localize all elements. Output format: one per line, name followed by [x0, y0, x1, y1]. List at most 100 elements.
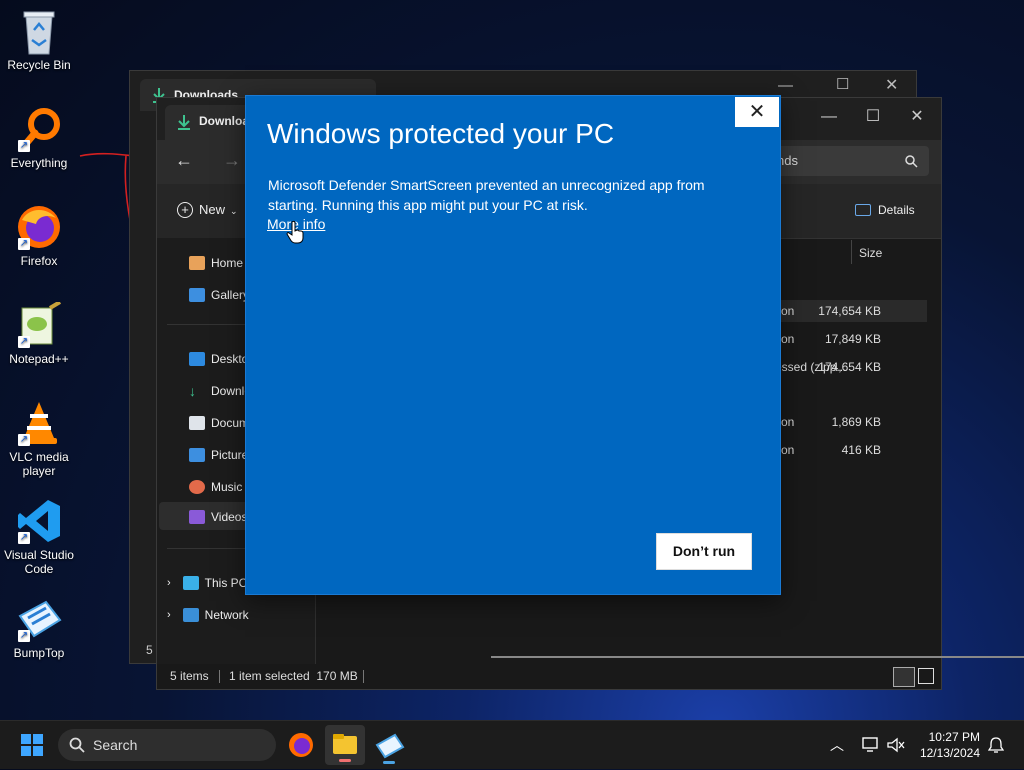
- chevron-down-icon: ⌄: [230, 206, 238, 216]
- minimize-icon[interactable]: —: [778, 77, 793, 94]
- music-icon: [189, 479, 205, 494]
- status-bar: 5 items 1 item selected 170 MB: [157, 664, 941, 689]
- taskbar-file-explorer[interactable]: [325, 725, 365, 765]
- vscode-icon: ↗: [16, 498, 62, 544]
- document-icon: [189, 415, 205, 430]
- hand-cursor-icon: [286, 220, 304, 244]
- chevron-up-icon[interactable]: ︿: [830, 735, 844, 755]
- computer-icon: [182, 575, 199, 590]
- status-selection: 1 item selected 170 MB: [229, 669, 358, 683]
- file-size: 174,654 KB: [818, 360, 881, 374]
- desktop-icon-label: Visual Studio Code: [4, 548, 74, 576]
- download-icon: ↓: [189, 382, 196, 399]
- pictures-icon: [189, 447, 205, 462]
- clock-date: 12/13/2024: [919, 746, 980, 760]
- close-button[interactable]: ✕: [897, 104, 937, 130]
- desktop-icon-notepadpp[interactable]: ↗ Notepad++: [0, 300, 78, 366]
- recycle-bin-icon: [16, 8, 62, 55]
- taskbar: Search ︿ 10:27 PM 12/13/2024: [0, 720, 1024, 769]
- close-icon[interactable]: ✕: [885, 75, 898, 95]
- details-view-icon[interactable]: [893, 667, 915, 687]
- shortcut-arrow-icon: ↗: [18, 238, 30, 250]
- column-divider: [851, 240, 852, 264]
- horizontal-scrollbar[interactable]: [491, 656, 1024, 658]
- forward-arrow-icon[interactable]: →: [223, 150, 241, 171]
- plus-circle-icon: +: [177, 202, 193, 218]
- firefox-icon: ↗: [16, 204, 62, 250]
- desktop-icon-vscode[interactable]: ↗ Visual Studio Code: [0, 498, 78, 576]
- status-divider: [219, 670, 220, 683]
- desktop-icon-recycle-bin[interactable]: Recycle Bin: [0, 8, 78, 72]
- taskbar-firefox[interactable]: [281, 725, 321, 765]
- file-size: 17,849 KB: [824, 332, 881, 346]
- clock[interactable]: 10:27 PM 12/13/2024: [920, 729, 980, 761]
- file-size: 416 KB: [841, 443, 881, 457]
- home-icon: [189, 255, 205, 270]
- close-button[interactable]: ✕: [735, 97, 779, 127]
- desktop-icon-label: VLC media player: [9, 450, 69, 478]
- clock-time: 10:27 PM: [928, 730, 980, 744]
- shortcut-arrow-icon: ↗: [18, 336, 30, 348]
- nav-label: Videos: [211, 509, 248, 524]
- notepadpp-icon: ↗: [16, 300, 62, 348]
- shortcut-arrow-icon: ↗: [18, 630, 30, 642]
- dialog-title: Windows protected your PC: [267, 118, 615, 149]
- notification-bell-icon[interactable]: [988, 736, 1004, 754]
- search-icon: [69, 737, 85, 753]
- details-label: Details: [878, 202, 915, 217]
- nav-network[interactable]: › Network: [167, 600, 315, 628]
- desktop-icon-everything[interactable]: ↗ Everything: [0, 106, 78, 170]
- details-button[interactable]: Details: [855, 202, 915, 217]
- minimize-button[interactable]: —: [809, 104, 849, 130]
- nav-label: This PC: [204, 575, 248, 590]
- maximize-button[interactable]: ☐: [853, 104, 893, 130]
- column-header-size[interactable]: Size: [859, 246, 882, 260]
- gallery-icon: [189, 287, 205, 302]
- desktop-icon-label: Notepad++: [9, 352, 69, 366]
- search-icon: [905, 155, 918, 168]
- desktop-icon-firefox[interactable]: ↗ Firefox: [0, 204, 78, 268]
- details-pane-icon: [855, 203, 871, 216]
- dialog-message: Microsoft Defender SmartScreen prevented…: [268, 177, 705, 213]
- folder-icon: [333, 734, 357, 762]
- desktop-icon-label: Firefox: [20, 254, 58, 268]
- desktop-icon-vlc[interactable]: ↗ VLC media player: [0, 400, 78, 478]
- vlc-icon: ↗: [16, 400, 62, 446]
- bumptop-icon: [375, 733, 405, 764]
- network-icon: [182, 607, 199, 622]
- back-arrow-icon[interactable]: ←: [175, 150, 193, 171]
- shortcut-arrow-icon: ↗: [18, 532, 30, 544]
- desktop-icon-label: Recycle Bin: [7, 58, 71, 72]
- volume-muted-icon[interactable]: [887, 737, 905, 753]
- nav-label: Music: [211, 479, 243, 494]
- videos-icon: [189, 509, 205, 524]
- search-input[interactable]: nds: [767, 146, 929, 176]
- shortcut-arrow-icon: ↗: [18, 140, 30, 152]
- nav-label: Gallery: [211, 287, 250, 302]
- desktop-icon: [189, 351, 205, 366]
- desktop-icon-bumptop[interactable]: ↗ BumpTop: [0, 596, 78, 660]
- taskbar-bumptop[interactable]: [369, 725, 409, 765]
- chevron-right-icon: ›: [167, 609, 171, 621]
- download-icon: [178, 115, 190, 130]
- everything-icon: ↗: [16, 106, 62, 152]
- nav-label: Home: [211, 255, 244, 270]
- bumptop-icon: ↗: [16, 596, 62, 642]
- chevron-right-icon: ›: [167, 577, 171, 589]
- file-size: 1,869 KB: [831, 415, 881, 429]
- taskbar-search[interactable]: Search: [58, 729, 276, 761]
- network-monitor-icon[interactable]: [862, 737, 880, 753]
- firefox-icon: [289, 733, 313, 757]
- new-button[interactable]: + New ⌄: [177, 202, 238, 218]
- new-label: New: [199, 202, 226, 217]
- dont-run-button[interactable]: Don’t run: [656, 533, 752, 570]
- smartscreen-dialog: ✕ Windows protected your PC Microsoft De…: [245, 95, 781, 595]
- windows-start-icon[interactable]: [21, 734, 43, 756]
- status-item-count: 5 items: [170, 669, 209, 683]
- maximize-icon[interactable]: ☐: [836, 75, 849, 93]
- search-label: Search: [93, 737, 138, 753]
- shortcut-arrow-icon: ↗: [18, 434, 30, 446]
- nav-label: Network: [204, 607, 249, 622]
- status-divider: [363, 670, 364, 683]
- tiles-view-icon[interactable]: [918, 668, 934, 684]
